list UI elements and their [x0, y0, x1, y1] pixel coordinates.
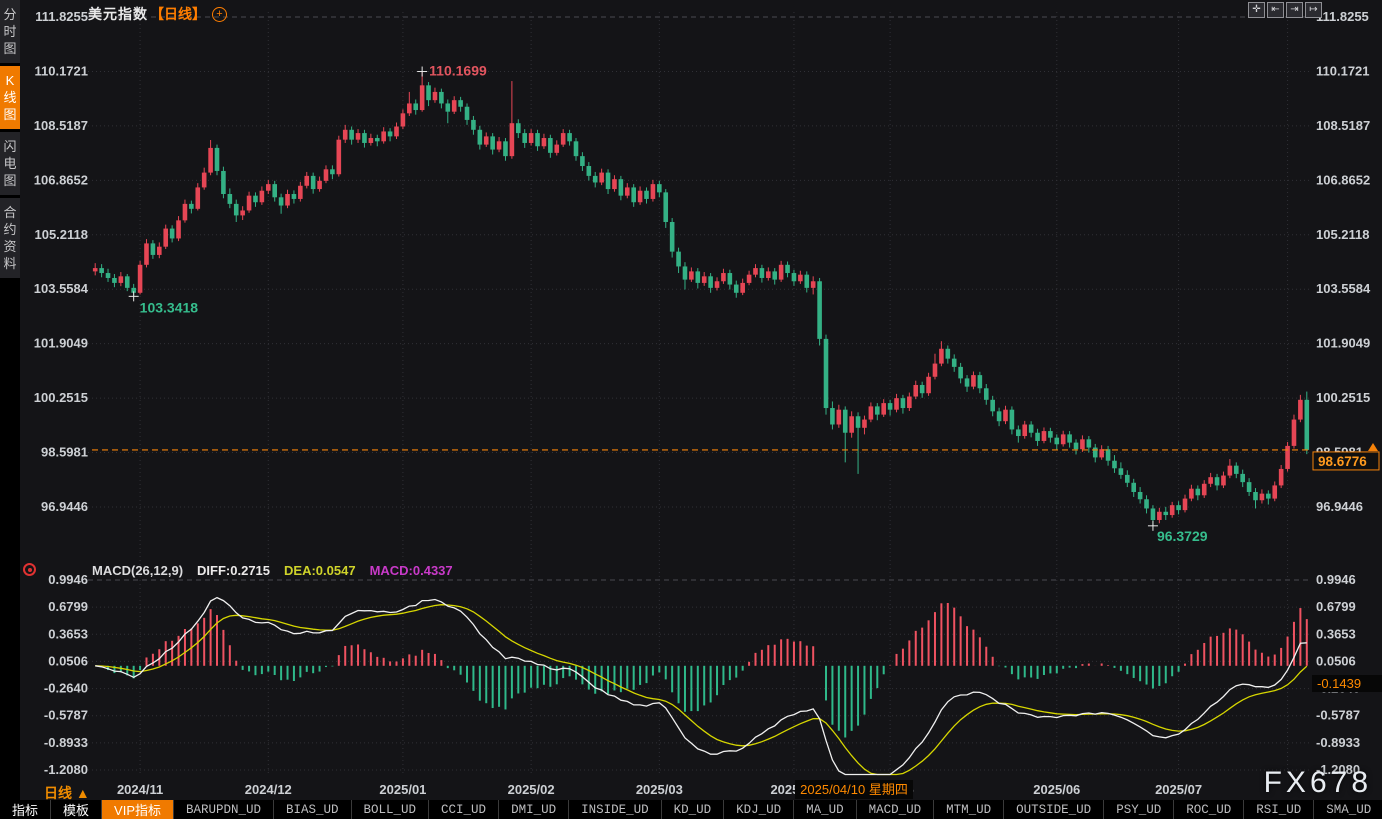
toolbar-item-ma_ud[interactable]: MA_UD	[794, 800, 857, 819]
date-axis-label: 2024/12	[245, 782, 292, 797]
indicator-toolbar: 指标模板VIP指标BARUPDN_UDBIAS_UDBOLL_UDCCI_UDD…	[0, 800, 1382, 819]
price-axis-label-left: 103.5584	[34, 281, 89, 296]
macd-macd-value: MACD:0.4337	[370, 563, 453, 578]
last-price-value: 98.6776	[1318, 454, 1367, 469]
price-axis-label-right: 103.5584	[1316, 281, 1371, 296]
toolbar-item-[interactable]: 指标	[0, 800, 51, 819]
chart-title: 美元指数 【日线】 +	[88, 4, 227, 24]
toolbar-item-boll_ud[interactable]: BOLL_UD	[352, 800, 430, 819]
toolbar-item-bias_ud[interactable]: BIAS_UD	[274, 800, 352, 819]
price-axis-label-left: 101.9049	[34, 336, 88, 351]
price-up-arrow-icon	[1368, 443, 1378, 451]
price-axis-label-left: 96.9446	[41, 499, 88, 514]
price-axis-label-right: 108.5187	[1316, 118, 1370, 133]
macd-axis-label-right: 0.6799	[1316, 599, 1356, 614]
price-axis-label-right: 110.1721	[1316, 63, 1370, 78]
symbol-name: 美元指数	[88, 4, 148, 24]
axis-right-tool-icon[interactable]: ⇥	[1286, 2, 1303, 18]
price-axis-label-right: 96.9446	[1316, 499, 1363, 514]
macd-axis-label-left: 0.9946	[48, 572, 88, 587]
toolbar-item-inside_ud[interactable]: INSIDE_UD	[569, 800, 662, 819]
macd-axis-label-left: -0.8933	[44, 735, 88, 750]
macd-axis-label-left: -0.5787	[44, 708, 88, 723]
indicator-record-icon[interactable]	[23, 563, 36, 576]
toolbar-item-sma_ud[interactable]: SMA_UD	[1314, 800, 1382, 819]
chart-tool-buttons: ✛⇤⇥↦	[1248, 2, 1322, 18]
period-tag: 【日线】	[150, 4, 206, 24]
pan-right-tool-icon[interactable]: ↦	[1305, 2, 1322, 18]
macd-axis-label-left: -0.2640	[44, 681, 88, 696]
toolbar-item-macd_ud[interactable]: MACD_UD	[857, 800, 935, 819]
macd-name: MACD(26,12,9)	[92, 563, 183, 578]
toolbar-item-dmi_ud[interactable]: DMI_UD	[499, 800, 569, 819]
toolbar-item-kdj_ud[interactable]: KDJ_UD	[724, 800, 794, 819]
macd-axis-label-left: 0.0506	[48, 653, 88, 668]
crosshair-tool-icon[interactable]: ✛	[1248, 2, 1265, 18]
macd-axis-label-left: 0.3653	[48, 626, 88, 641]
toolbar-item-barupdn_ud[interactable]: BARUPDN_UD	[174, 800, 274, 819]
macd-header: MACD(26,12,9) DIFF:0.2715 DEA:0.0547 MAC…	[92, 563, 453, 578]
toolbar-item-roc_ud[interactable]: ROC_UD	[1174, 800, 1244, 819]
date-axis-label: 2025/06	[1033, 782, 1080, 797]
date-axis-label: 2025/03	[636, 782, 683, 797]
period-label: 日线	[44, 785, 72, 801]
macd-diff-value: DIFF:0.2715	[197, 563, 270, 578]
date-axis-label: 2025/01	[379, 782, 426, 797]
date-axis-label: 2024/11	[117, 782, 163, 797]
price-axis-label-right: 106.8652	[1316, 172, 1370, 187]
price-axis-label-right: 111.8255	[1316, 9, 1369, 24]
crosshair-macd-value: -0.1439	[1317, 676, 1361, 691]
toolbar-item-mtm_ud[interactable]: MTM_UD	[934, 800, 1004, 819]
sidebar-tab-3[interactable]: 合约资料	[0, 198, 20, 278]
toolbar-item-psy_ud[interactable]: PSY_UD	[1104, 800, 1174, 819]
price-axis-label-left: 108.5187	[34, 118, 88, 133]
toolbar-item-vip[interactable]: VIP指标	[102, 800, 174, 819]
add-indicator-icon[interactable]: +	[212, 7, 227, 22]
main-chart-svg[interactable]: 111.8255 111.8255 110.1721 110.1721 108.5187…	[0, 0, 1382, 819]
sidebar: 分时图 K线图闪电图合约资料	[0, 0, 20, 800]
triangle-up-icon: ▲	[76, 785, 90, 801]
toolbar-item-kd_ud[interactable]: KD_UD	[662, 800, 725, 819]
macd-axis-label-right: -0.5787	[1316, 708, 1360, 723]
price-axis-label-left: 98.5981	[41, 445, 88, 460]
app-window: 111.8255 111.8255 110.1721 110.1721 108.5187…	[0, 0, 1382, 819]
fx678-watermark: FX678	[1264, 766, 1372, 800]
sidebar-tab-1[interactable]: K线图	[0, 66, 20, 129]
toolbar-item-rsi_ud[interactable]: RSI_UD	[1244, 800, 1314, 819]
price-axis-label-right: 105.2118	[1316, 227, 1370, 242]
macd-dea-value: DEA:0.0547	[284, 563, 356, 578]
toolbar-item-cci_ud[interactable]: CCI_UD	[429, 800, 499, 819]
chart-plot-area[interactable]	[92, 10, 1310, 776]
price-axis-label-right: 100.2515	[1316, 390, 1370, 405]
price-axis-label-right: 101.9049	[1316, 336, 1370, 351]
price-axis-label-left: 100.2515	[34, 390, 88, 405]
price-axis-label-left: 111.8255	[35, 9, 88, 24]
macd-axis-label-right: 0.3653	[1316, 626, 1356, 641]
macd-axis-label-right: -0.8933	[1316, 735, 1360, 750]
date-axis-label: 2025/07	[1155, 782, 1202, 797]
crosshair-date-label: 2025/04/10 星期四	[800, 782, 908, 797]
date-axis-label: 2025/02	[508, 782, 555, 797]
sidebar-tab-2[interactable]: 闪电图	[0, 132, 20, 195]
price-axis-label-left: 110.1721	[34, 63, 88, 78]
price-axis-label-left: 106.8652	[34, 172, 88, 187]
macd-axis-label-right: 0.0506	[1316, 653, 1356, 668]
axis-left-tool-icon[interactable]: ⇤	[1267, 2, 1284, 18]
price-axis-label-left: 105.2118	[34, 227, 88, 242]
macd-axis-label-left: 0.6799	[48, 599, 88, 614]
macd-axis-label-left: -1.2080	[44, 762, 88, 777]
macd-axis-label-right: 0.9946	[1316, 572, 1356, 587]
sidebar-tab-0[interactable]: 分时图	[0, 0, 20, 63]
toolbar-item-[interactable]: 模板	[51, 800, 102, 819]
toolbar-item-outside_ud[interactable]: OUTSIDE_UD	[1004, 800, 1104, 819]
